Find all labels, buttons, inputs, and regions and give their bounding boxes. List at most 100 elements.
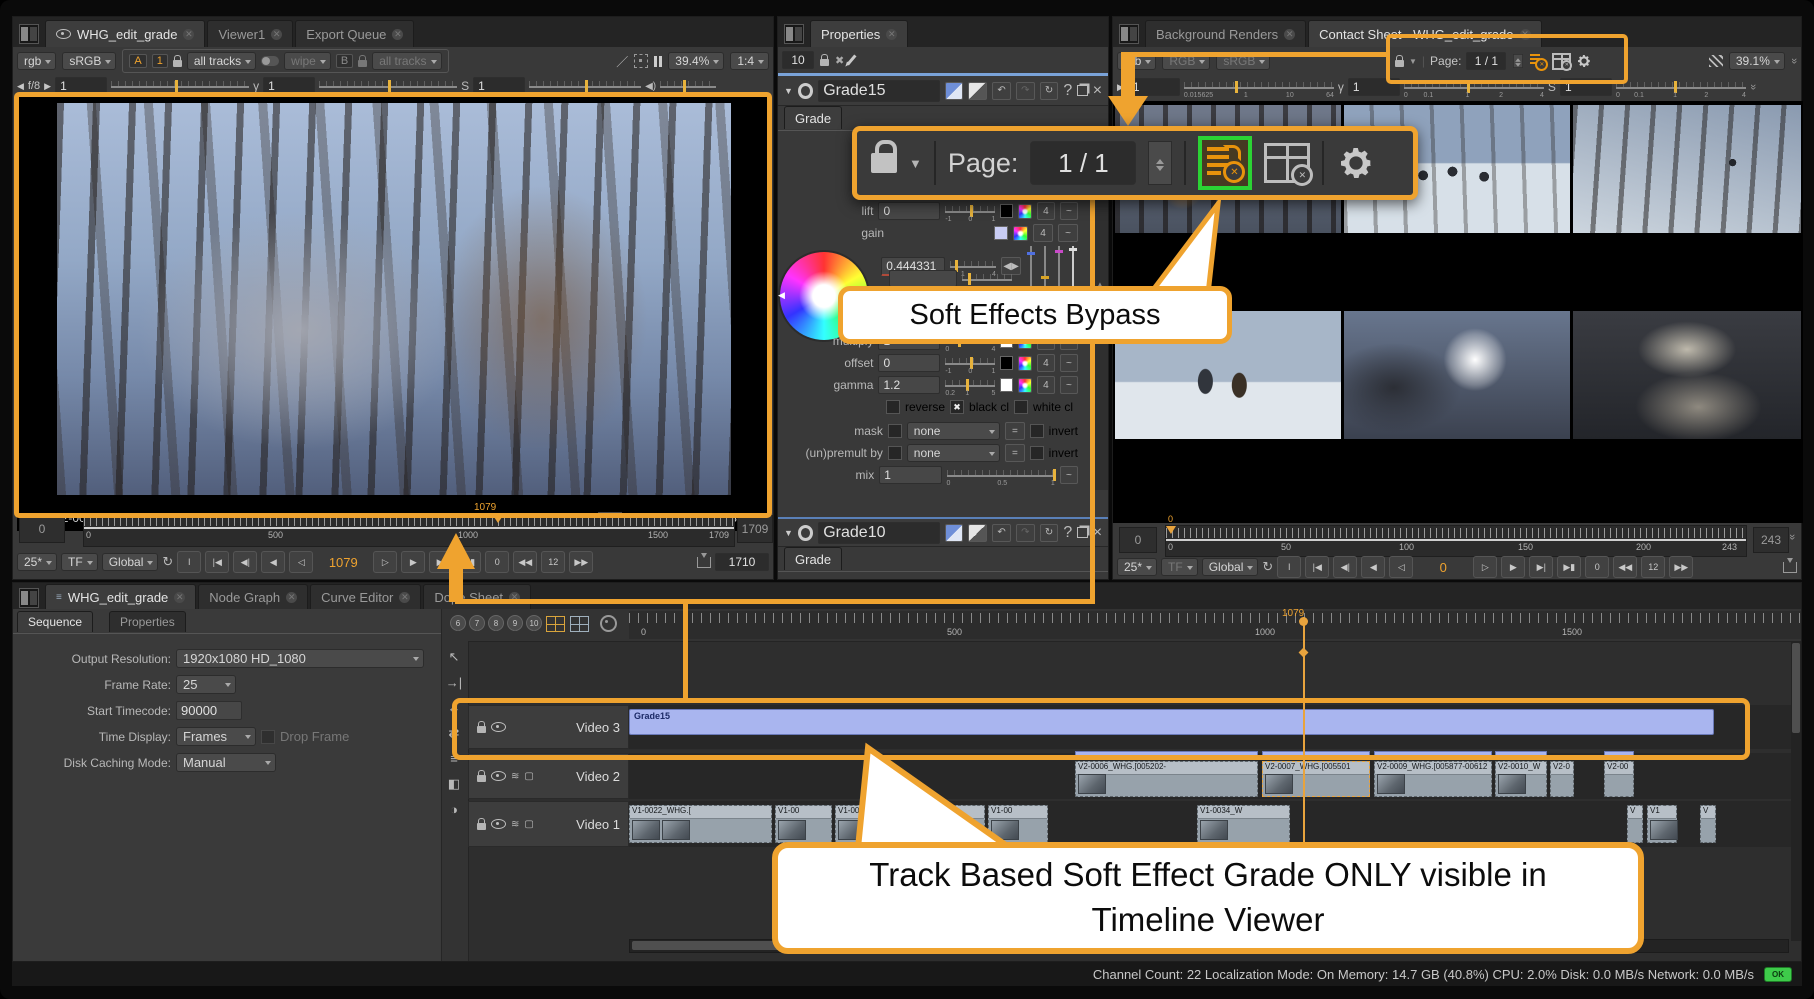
channels-button[interactable] <box>945 524 964 542</box>
gain-g-field[interactable] <box>889 270 957 287</box>
proxy-icon[interactable] <box>1709 55 1723 67</box>
in-point-button[interactable]: I <box>1277 556 1301 578</box>
wipe-toggle[interactable] <box>261 56 279 66</box>
channel-select[interactable]: rgb <box>17 52 56 70</box>
close-icon[interactable]: ✕ <box>183 29 194 40</box>
mask-channel-checkbox[interactable] <box>888 424 902 438</box>
premult-select[interactable]: none <box>907 444 1000 462</box>
tag-marker-10[interactable]: 10 <box>526 615 542 631</box>
lock-icon[interactable] <box>477 726 486 733</box>
offset-color-swatch[interactable] <box>1000 356 1013 370</box>
close-icon[interactable]: ✕ <box>392 29 403 40</box>
mask-icon[interactable]: ▢ <box>524 819 533 830</box>
gain-field[interactable]: 1 <box>55 77 107 95</box>
gamma-slider[interactable]: 0 0.1 1 2 4 <box>1404 80 1544 94</box>
fps-select[interactable]: 25* <box>17 553 57 571</box>
mix-slider[interactable]: 0 0.5 1 <box>947 468 1055 482</box>
chevron-down-icon[interactable]: ▼ <box>909 156 922 171</box>
b-tracks-select[interactable]: all tracks <box>372 52 441 70</box>
node-color-wrench-icon[interactable] <box>798 83 813 99</box>
saturation-slider[interactable] <box>529 79 641 93</box>
eye-icon[interactable] <box>491 722 506 732</box>
zoom-select[interactable]: 39.4% <box>668 52 724 70</box>
clip-v2-0010[interactable]: V2-0010_W <box>1495 761 1547 797</box>
close-panel-icon[interactable]: × <box>1093 82 1102 100</box>
prev-edit-icon[interactable]: ◀| <box>233 551 257 573</box>
gamma-colorwheel-icon[interactable] <box>1018 378 1032 393</box>
lock-icon[interactable] <box>1395 60 1404 67</box>
slide-tool-icon[interactable]: ⇄ <box>442 725 466 741</box>
gamma-field[interactable]: 1.2 <box>878 376 940 394</box>
frame-rate-select[interactable]: 25 <box>176 675 236 694</box>
disk-caching-select[interactable]: Manual <box>176 753 276 772</box>
viewer-image-area[interactable]: A 1 V2-0007_WHG/V2 - J x=1919 y=613 0.01… <box>17 97 771 531</box>
soft-effects-bypass-button[interactable]: ✕ <box>1198 136 1252 190</box>
frame-range-select[interactable]: Global <box>1202 558 1259 576</box>
close-icon[interactable]: ✕ <box>399 592 410 603</box>
output-resolution-select[interactable]: 1920x1080 HD_1080 <box>176 649 424 668</box>
play-forward-icon[interactable]: ▷ <box>373 551 397 573</box>
soft-effects-bypass-icon[interactable]: ✕ <box>1530 53 1547 70</box>
max-panels-field[interactable]: 10 <box>782 51 814 69</box>
close-icon[interactable]: ✕ <box>1520 29 1531 40</box>
node-name-field[interactable]: Grade10 <box>818 522 940 544</box>
a-buffer-button[interactable]: A <box>129 54 146 68</box>
stop-button[interactable]: 0 <box>485 551 509 573</box>
soft-effect-grade15[interactable]: Grade15 <box>629 709 1714 735</box>
mix-curve-icon[interactable]: ~ <box>1060 466 1078 484</box>
end-frame-field[interactable]: 1710 <box>715 553 769 571</box>
playback-fps[interactable]: 12 <box>1641 556 1665 578</box>
lock-icon[interactable] <box>173 60 182 67</box>
in-point-button[interactable]: I <box>177 551 201 573</box>
volume-slider[interactable] <box>660 79 716 93</box>
mask-invert-checkbox[interactable] <box>1030 424 1044 438</box>
prev-edit-icon[interactable]: ◀| <box>1333 556 1357 578</box>
slip-tool-icon[interactable]: ↔ <box>442 700 466 715</box>
premult-inject-button[interactable]: = <box>1005 444 1025 462</box>
node-color-wrench-icon[interactable] <box>798 525 813 541</box>
a-input-number[interactable]: 1 <box>152 54 168 68</box>
tab-node-graph[interactable]: Node Graph✕ <box>198 584 308 609</box>
contact-out-frame[interactable]: 243 <box>1753 527 1789 553</box>
eye-icon[interactable] <box>491 819 506 829</box>
lift-field[interactable]: 0 <box>878 202 940 220</box>
tab-sequence-properties[interactable]: Properties <box>109 611 186 632</box>
tag-marker-8[interactable]: 8 <box>488 615 504 631</box>
track-header-video2[interactable]: ≋▢ Video 2 <box>468 753 629 799</box>
contact-thumb-5[interactable] <box>1344 311 1570 439</box>
tab-grade[interactable]: Grade <box>784 547 842 570</box>
b-buffer-button[interactable]: B <box>336 54 353 68</box>
channels-button[interactable] <box>945 82 964 100</box>
current-frame[interactable]: 1079 <box>317 555 369 570</box>
playback-fps[interactable]: 12 <box>541 551 565 573</box>
node-name-field[interactable]: Grade15 <box>818 80 940 102</box>
volume-icon[interactable]: ◀) <box>645 81 656 92</box>
collapse-icon[interactable]: ▼ <box>784 528 793 538</box>
next-fstop-icon[interactable]: ▶ <box>44 81 51 92</box>
clip-v2-0007-selected[interactable]: V2-0007_WHG.[005501 <box>1262 761 1370 797</box>
flipbook-icon[interactable] <box>697 557 711 568</box>
gamma-slider[interactable]: 0.2 1 5 <box>945 378 995 392</box>
gamma-color-swatch[interactable] <box>1000 378 1013 392</box>
tab-background-renders[interactable]: Background Renders✕ <box>1145 20 1306 47</box>
razor-tool-icon[interactable]: ◧ <box>442 776 466 792</box>
eye-icon[interactable] <box>491 771 506 781</box>
proxy-ratio-select[interactable]: 1:4 <box>730 52 769 70</box>
redo-icon[interactable]: ↷ <box>1016 524 1035 542</box>
status-ok-badge[interactable]: OK <box>1764 967 1792 982</box>
lock-icon[interactable] <box>477 823 486 830</box>
contact-sheet-bypass-icon[interactable]: ✕ <box>1552 53 1571 70</box>
viewer-out-frame[interactable]: 1709 <box>737 515 773 543</box>
mask-icon[interactable]: ▢ <box>524 771 533 782</box>
viewer-in-frame[interactable]: 0 <box>19 515 65 543</box>
pane-menu-icon[interactable] <box>19 24 39 44</box>
gain-field[interactable]: 1 <box>1128 78 1180 96</box>
alpha-button[interactable] <box>968 82 987 100</box>
clip-v1-small2[interactable]: V1 <box>1647 805 1677 843</box>
multi-tool-icon[interactable]: ↖ <box>442 649 466 665</box>
gear-icon[interactable] <box>1576 53 1592 69</box>
close-icon[interactable]: ✕ <box>1284 29 1295 40</box>
clip-v2-x[interactable]: V2-0 <box>1550 761 1574 797</box>
close-icon[interactable]: ✕ <box>271 29 282 40</box>
tab-curve-editor[interactable]: Curve Editor✕ <box>310 584 421 609</box>
